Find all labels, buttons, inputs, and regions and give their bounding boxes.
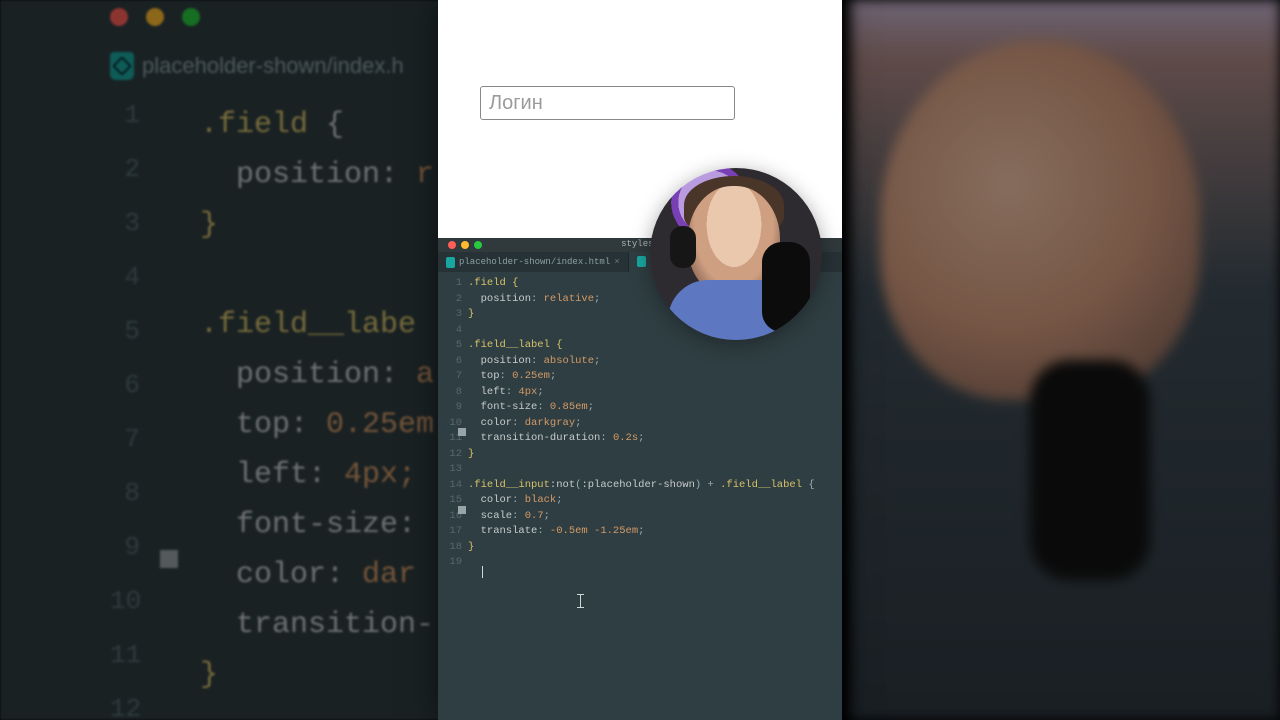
microphone-icon bbox=[762, 242, 810, 332]
background-webcam-blur bbox=[850, 0, 1280, 720]
text-cursor-icon bbox=[482, 566, 483, 578]
headphone-icon bbox=[670, 226, 696, 268]
traffic-lights-icon bbox=[110, 8, 200, 26]
gutter-marker-icon bbox=[458, 428, 466, 436]
gutter-marker-icon bbox=[458, 506, 466, 514]
login-input[interactable] bbox=[480, 86, 735, 120]
background-editor-blur: placeholder-shown/index.h 1 2 3 4 5 6 7 … bbox=[0, 0, 470, 720]
mini-line-gutter: 1 2 3 4 5 6 7 8 9 10 11 12 13 14 15 16 1… bbox=[438, 276, 468, 571]
close-icon[interactable] bbox=[448, 241, 456, 249]
breakpoint-marker-icon bbox=[160, 550, 178, 568]
close-tab-icon[interactable]: × bbox=[614, 257, 619, 267]
background-tab: placeholder-shown/index.h bbox=[110, 52, 404, 80]
center-column: styles. placeholder-shown/index.html × s… bbox=[438, 0, 842, 720]
ibeam-cursor-icon bbox=[580, 594, 581, 608]
background-line-gutter: 1 2 3 4 5 6 7 8 9 10 11 12 bbox=[110, 100, 140, 720]
background-tab-filename: placeholder-shown/index.h bbox=[142, 53, 404, 79]
minimize-icon[interactable] bbox=[461, 241, 469, 249]
shield-icon bbox=[110, 52, 134, 80]
maximize-icon[interactable] bbox=[474, 241, 482, 249]
html-file-icon bbox=[446, 257, 455, 268]
tab-index-html[interactable]: placeholder-shown/index.html × bbox=[438, 252, 629, 272]
presenter-webcam-bubble bbox=[650, 168, 822, 340]
background-code: .field { position: r } .field__labe posi… bbox=[200, 100, 434, 700]
tab-label: placeholder-shown/index.html bbox=[459, 257, 610, 267]
css-file-icon bbox=[637, 256, 646, 267]
